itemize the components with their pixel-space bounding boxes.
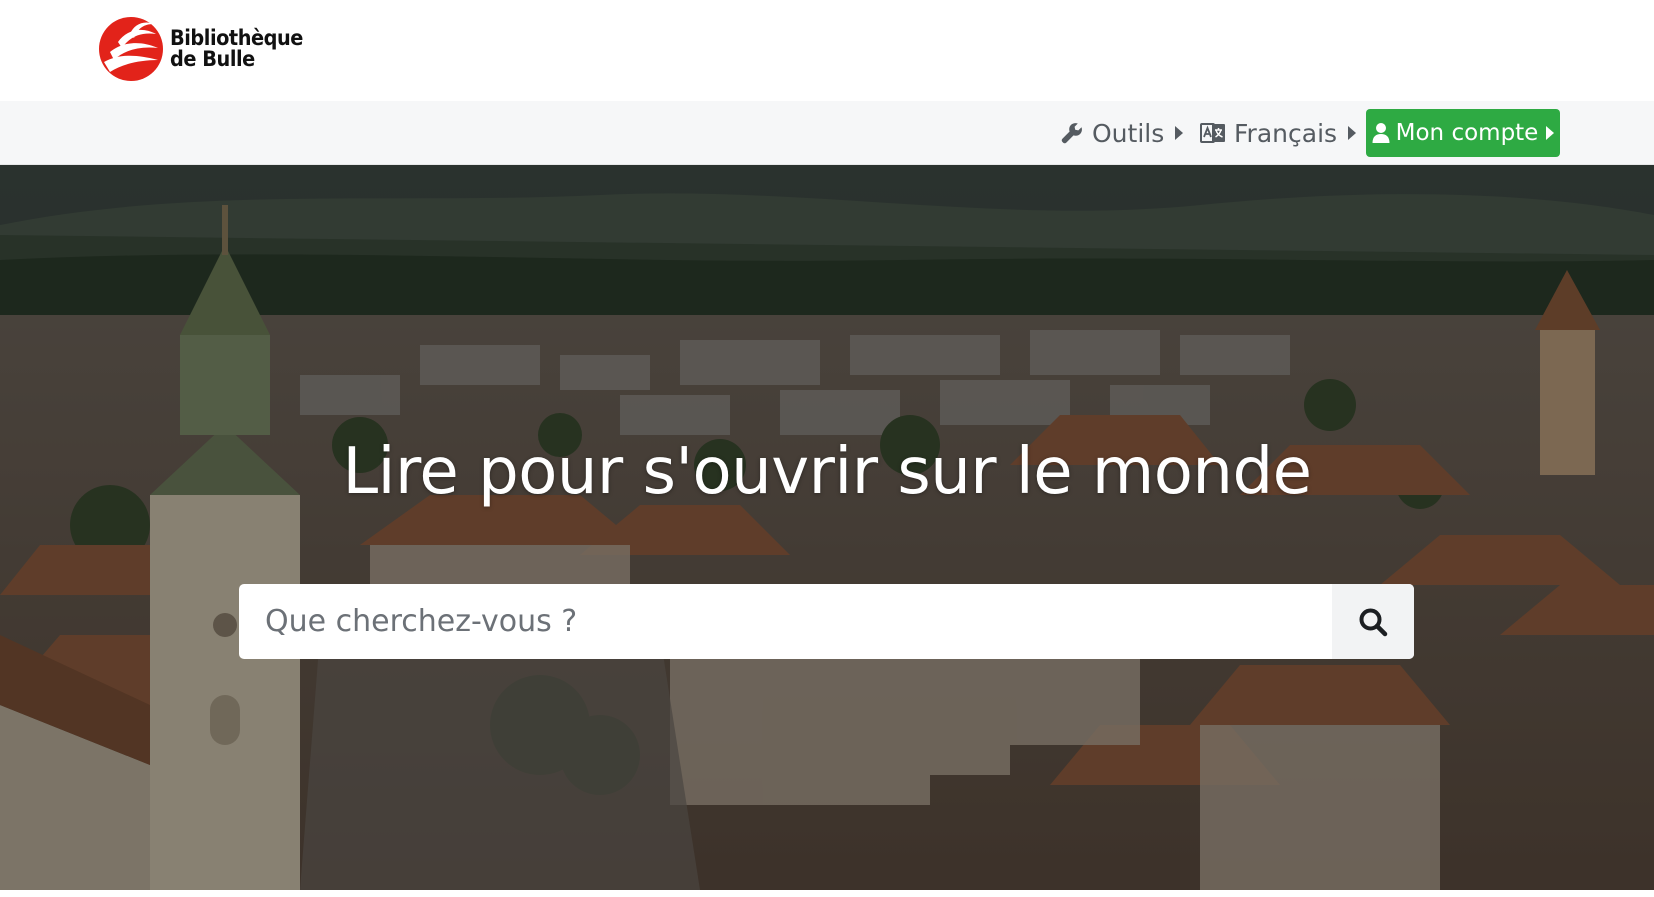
search-button[interactable] xyxy=(1332,584,1414,659)
language-label: Français xyxy=(1234,118,1338,148)
bottom-strip xyxy=(0,890,1654,897)
translate-icon xyxy=(1200,121,1226,145)
my-account-button[interactable]: Mon compte xyxy=(1366,109,1560,157)
search-bar xyxy=(239,584,1414,659)
user-icon xyxy=(1372,122,1390,144)
hero-title: Lire pour s'ouvrir sur le monde xyxy=(342,435,1312,509)
hero-banner: Lire pour s'ouvrir sur le monde xyxy=(0,165,1654,890)
logo-line-2: de Bulle xyxy=(170,47,255,71)
caret-right-icon xyxy=(1175,126,1184,140)
wrench-icon xyxy=(1060,121,1084,145)
account-label: Mon compte xyxy=(1395,120,1539,146)
search-icon xyxy=(1359,608,1388,636)
library-logo-icon xyxy=(99,17,163,81)
tools-menu[interactable]: Outils xyxy=(1060,101,1184,165)
logo-line-1: Bibliothèque xyxy=(170,26,303,50)
caret-right-icon xyxy=(1348,126,1357,140)
caret-right-icon xyxy=(1546,126,1555,140)
logo-text: Bibliothèque de Bulle xyxy=(170,28,303,70)
home-logo-link[interactable]: Bibliothèque de Bulle xyxy=(96,14,315,84)
language-menu[interactable]: Français xyxy=(1200,101,1357,165)
town-aerial-photo xyxy=(0,165,1654,890)
page: Bibliothèque de Bulle Outils Français Mo… xyxy=(0,0,1654,897)
search-input[interactable] xyxy=(239,584,1332,659)
tools-label: Outils xyxy=(1092,118,1165,148)
site-header: Bibliothèque de Bulle xyxy=(0,0,1654,101)
